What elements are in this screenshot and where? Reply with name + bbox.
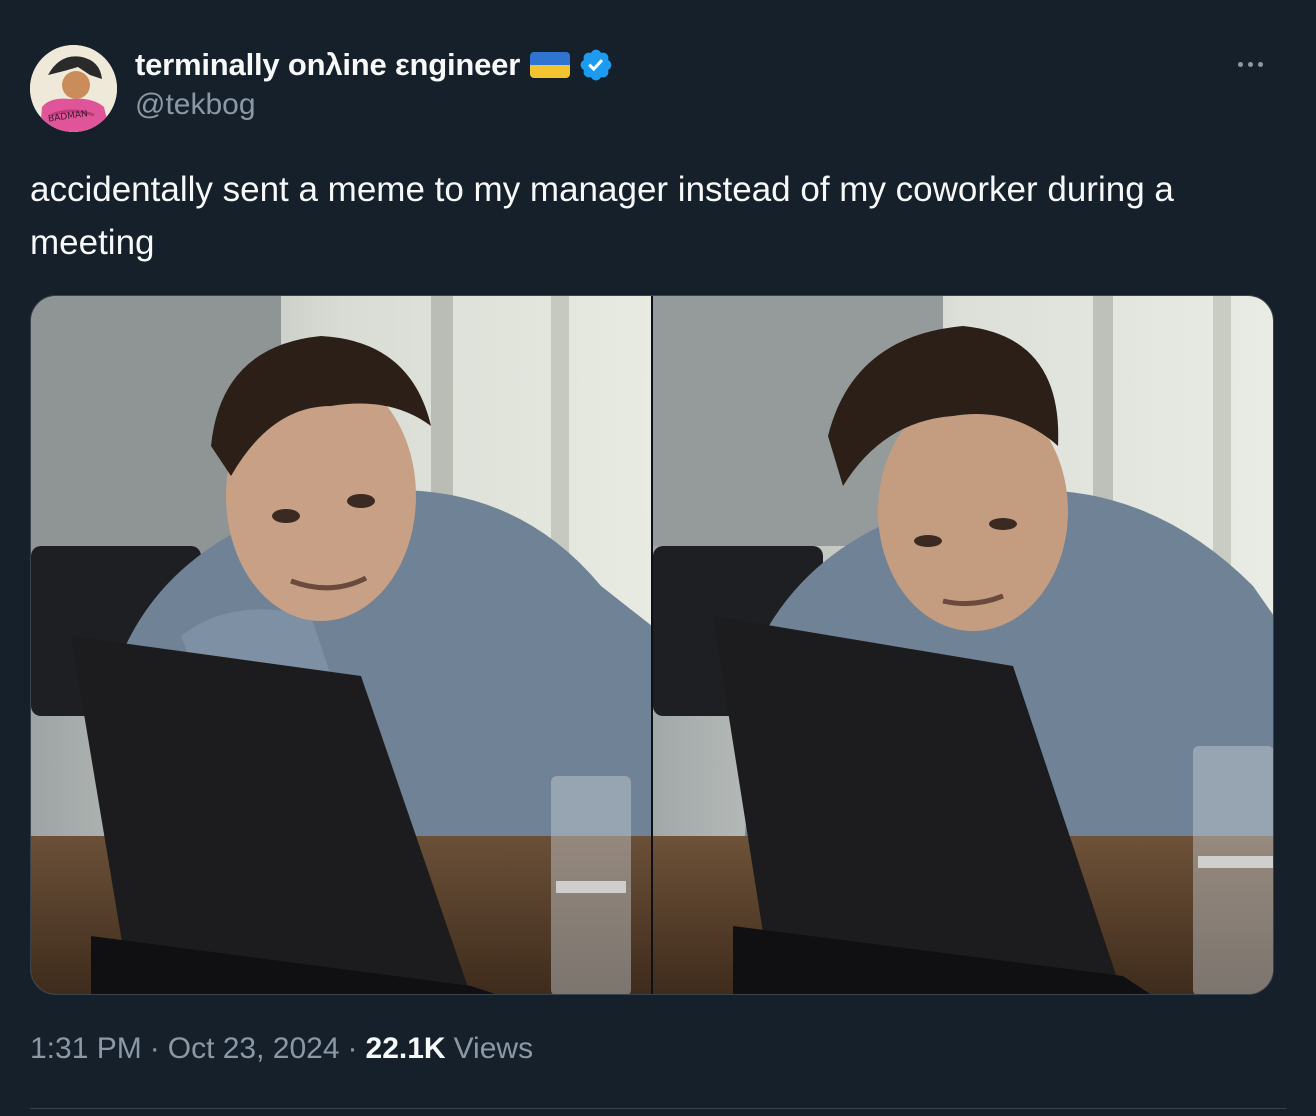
avatar-image: BADMAN — [30, 45, 117, 132]
verified-badge-icon[interactable] — [578, 47, 614, 83]
views-count: 22.1K — [365, 1032, 446, 1065]
meme-frame-left — [31, 296, 651, 994]
tweet-card: BADMAN terminally onλine εngineer @tekbo… — [0, 0, 1316, 1116]
tweet-text: accidentally sent a meme to my manager i… — [30, 170, 1174, 262]
media-image-right[interactable] — [653, 296, 1273, 994]
author-block: terminally onλine εngineer @tekbog — [135, 44, 614, 122]
user-handle[interactable]: @tekbog — [135, 88, 614, 122]
avatar[interactable]: BADMAN — [30, 45, 117, 132]
ukraine-flag-icon — [530, 52, 571, 78]
more-options-icon[interactable] — [1228, 52, 1272, 76]
meme-frame-right — [653, 296, 1273, 994]
divider-line — [30, 1108, 1286, 1109]
meta-separator: · — [347, 1032, 358, 1065]
display-name[interactable]: terminally onλine εngineer — [135, 47, 520, 83]
tweet-date[interactable]: Oct 23, 2024 — [168, 1032, 340, 1066]
tweet-time[interactable]: 1:31 PM — [30, 1032, 142, 1066]
media-image-left[interactable] — [31, 296, 651, 994]
views-label: Views — [453, 1032, 534, 1065]
media-grid[interactable] — [30, 295, 1274, 995]
name-row: terminally onλine εngineer — [135, 44, 614, 86]
meta-separator: · — [149, 1032, 160, 1065]
tweet-meta: 1:31 PM · Oct 23, 2024 · 22.1K Views — [30, 1032, 533, 1066]
